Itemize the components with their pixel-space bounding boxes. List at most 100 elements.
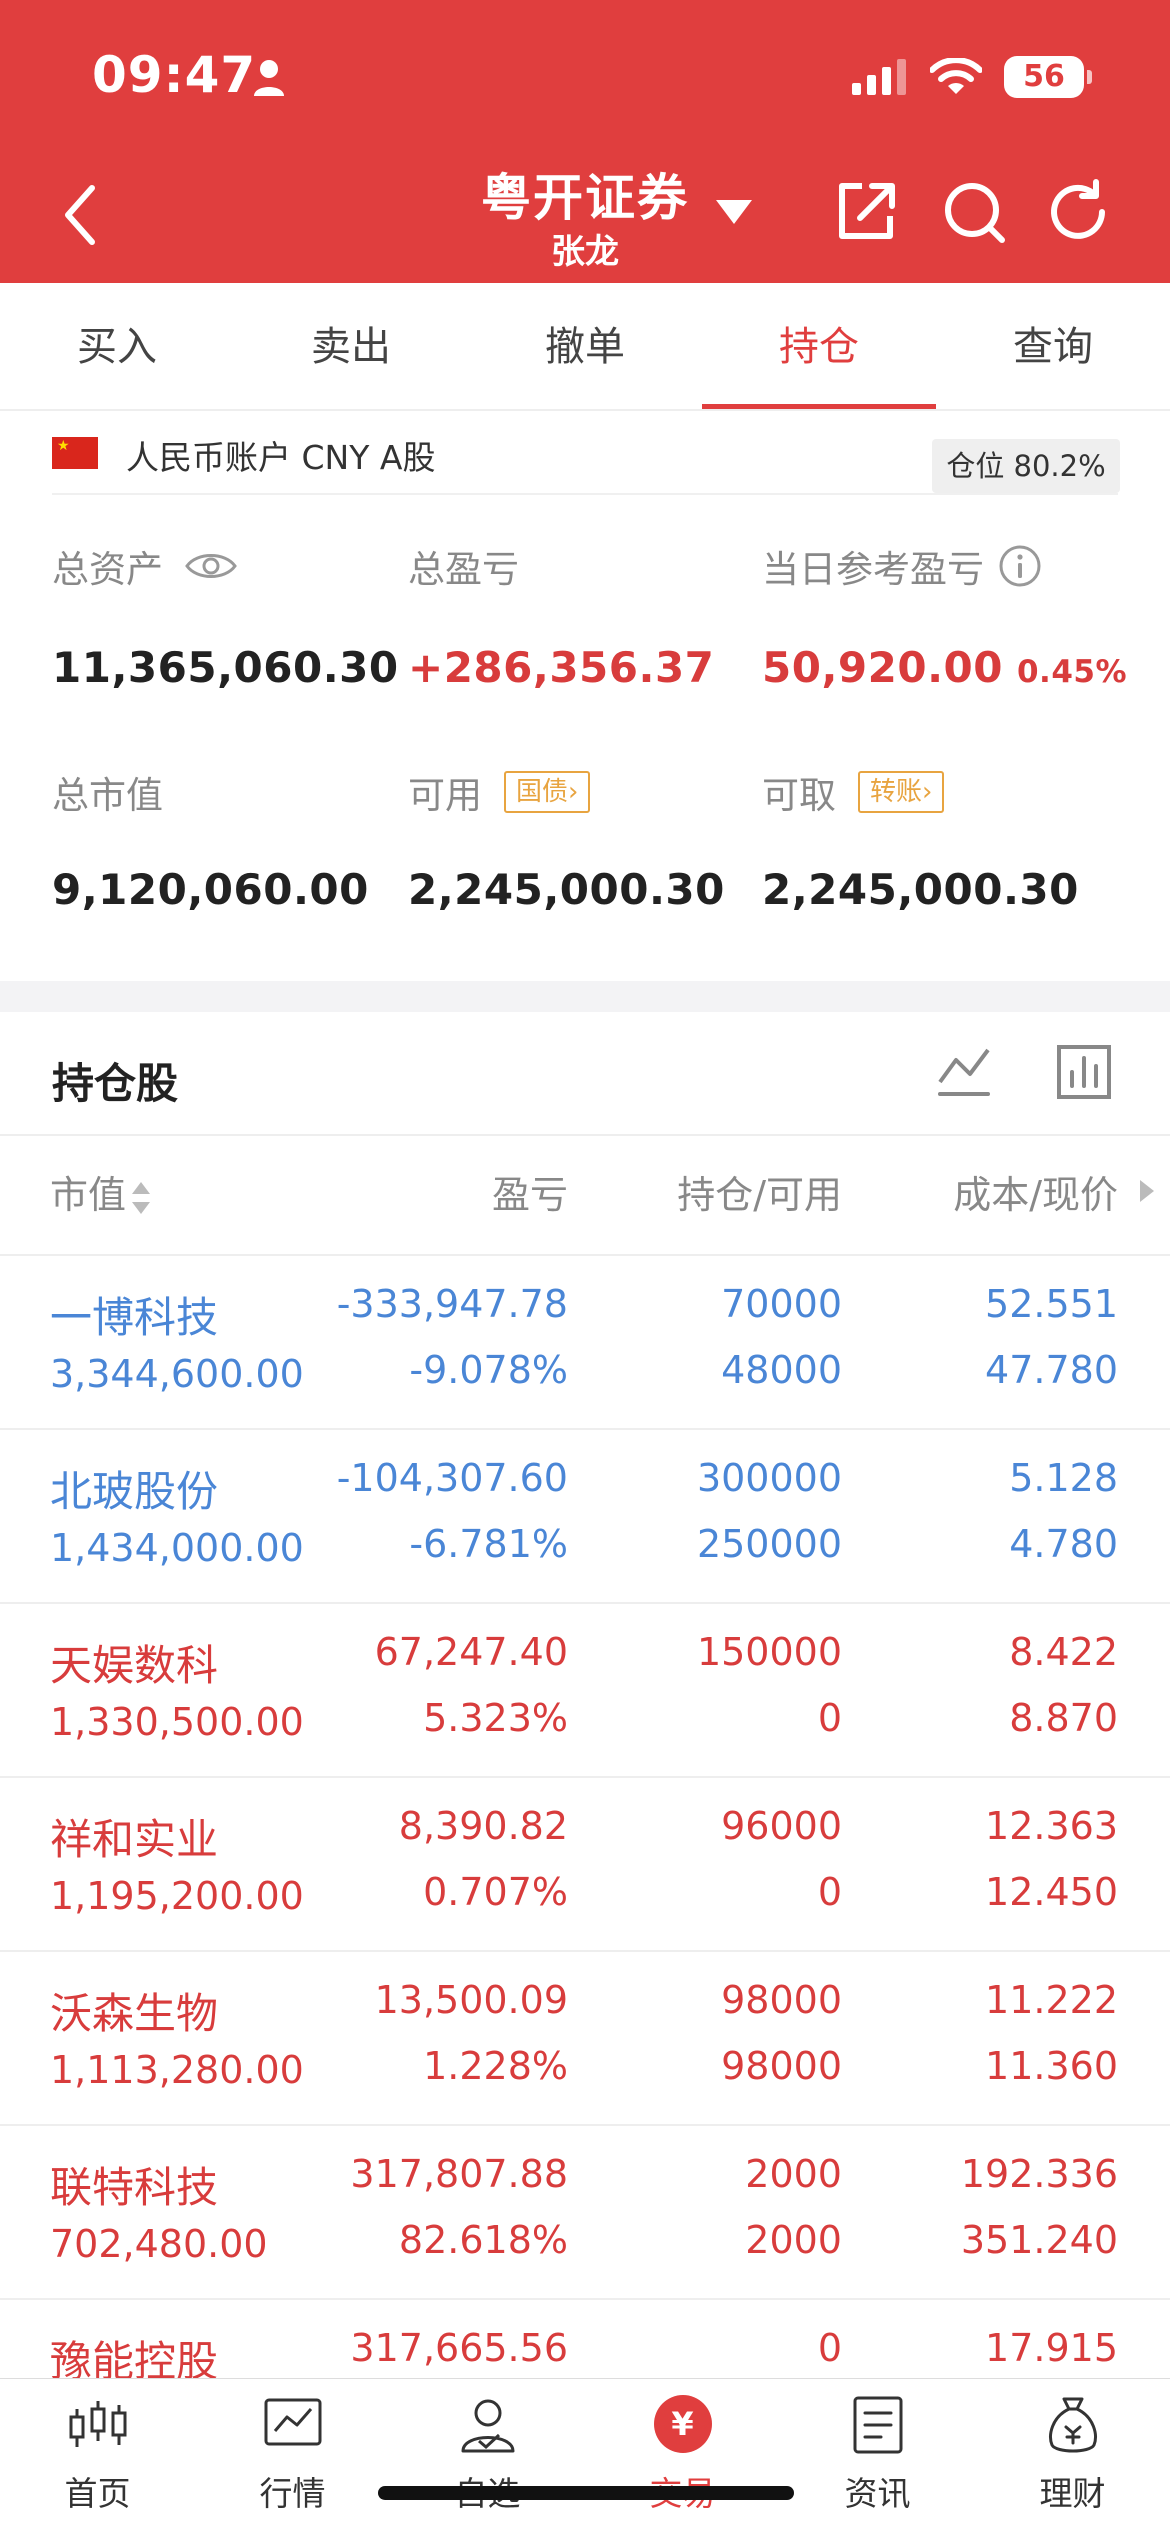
chevron-right-icon[interactable] [1136,1178,1158,1204]
nav-wealth[interactable]: 理财 [975,2379,1170,2532]
search-icon[interactable] [940,178,1008,246]
nav-home[interactable]: 首页 [0,2379,195,2532]
column-pl[interactable]: 盈亏 [492,1164,568,1219]
sort-icon[interactable] [130,1180,152,1216]
bottom-nav: 首页 行情 自选 ¥ 交易 资讯 理财 [0,2378,1170,2532]
stock-cost: 52.551 [985,1282,1118,1326]
stock-available: 250000 [696,1522,842,1566]
stock-name: 沃森生物 [50,1989,219,2038]
bar-chart-icon[interactable] [1054,1042,1114,1102]
stock-pl-percent: 1.228% [423,2044,568,2088]
column-hold-available[interactable]: 持仓/可用 [677,1164,842,1219]
document-icon [853,2396,902,2454]
stock-pl: -333,947.78 [336,1282,568,1326]
yuan-icon: ¥ [653,2395,712,2453]
stock-available: 98000 [721,2044,842,2088]
stock-hold: 2000 [745,2152,842,2196]
refresh-icon[interactable] [1046,178,1114,246]
info-icon[interactable] [998,544,1042,588]
withdrawable-label-group: 可取 转账› [762,765,945,819]
column-market-value-label: 市值 [50,1173,127,1217]
page-title[interactable]: 粤开证券 [481,158,689,230]
person-check-icon [461,2399,514,2453]
stock-hold: 70000 [721,1282,842,1326]
person-icon [254,60,284,96]
holding-row[interactable]: 沃森生物 1,113,280.00 13,500.09 1.228% 98000… [0,1952,1170,2126]
wifi-icon [930,58,982,94]
holding-row[interactable]: 祥和实业 1,195,200.00 8,390.82 0.707% 96000 … [0,1778,1170,1952]
holding-row[interactable]: 联特科技 702,480.00 317,807.88 82.618% 2000 … [0,2126,1170,2300]
stock-pl: 317,807.88 [350,2152,568,2196]
stock-hold: 98000 [721,1978,842,2022]
column-market-value[interactable]: 市值 [50,1164,152,1219]
money-bag-icon [1048,2397,1097,2453]
caret-down-icon[interactable] [716,200,752,224]
eye-icon[interactable] [185,550,237,582]
stock-hold: 0 [817,2326,842,2370]
nav-news[interactable]: 资讯 [780,2379,975,2532]
holding-row[interactable]: 北玻股份 1,434,000.00 -104,307.60 -6.781% 30… [0,1430,1170,1604]
stock-market-value: 3,344,600.00 [50,1352,304,1396]
holding-row[interactable]: 天娱数科 1,330,500.00 67,247.40 5.323% 15000… [0,1604,1170,1778]
column-cost-price[interactable]: 成本/现价 [953,1164,1118,1219]
stock-market-value: 1,330,500.00 [50,1700,304,1744]
stock-name: 联特科技 [50,2163,219,2212]
total-assets-value: 11,365,060.30 [52,643,399,692]
stock-pl-percent: -6.781% [409,1522,568,1566]
tab-query[interactable]: 查询 [936,283,1170,409]
signal-icon [852,59,906,95]
line-chart-icon[interactable] [934,1042,994,1102]
home-indicator [378,2486,794,2500]
treasury-bond-button[interactable]: 国债› [504,771,591,813]
share-icon[interactable] [832,178,900,246]
stock-available: 0 [817,1870,842,1914]
stock-pl: 8,390.82 [398,1804,568,1848]
stock-price: 351.240 [960,2218,1118,2262]
position-ratio-badge: 仓位 80.2% [932,439,1120,493]
stock-pl: -104,307.60 [336,1456,568,1500]
stock-pl-percent: 82.618% [398,2218,568,2262]
transfer-button[interactable]: 转账› [858,771,945,813]
day-pl-label-group: 当日参考盈亏 [762,539,1042,593]
total-assets-label: 总资产 [52,548,163,591]
stock-market-value: 1,113,280.00 [50,2048,304,2092]
stock-cost: 8.422 [1009,1630,1118,1674]
stock-price: 8.870 [1009,1696,1118,1740]
day-pl-group: 50,920.00 0.45% [762,643,1127,692]
day-pl-value: 50,920.00 [762,643,1003,692]
chart-icon [264,2398,321,2446]
withdrawable-label: 可取 [762,774,836,817]
battery-tip [1087,70,1092,84]
stock-name: 天娱数科 [50,1641,219,1690]
nav-trade[interactable]: ¥ 交易 [585,2379,780,2532]
available-value: 2,245,000.30 [408,865,725,914]
stock-cost: 17.915 [985,2326,1118,2370]
divider [0,1134,1170,1136]
stock-available: 0 [817,1696,842,1740]
transfer-label: 转账 [870,777,923,807]
tab-cancel-order[interactable]: 撤单 [468,283,702,409]
available-label: 可用 [408,774,482,817]
available-label-group: 可用 国债› [408,765,591,819]
battery-indicator: 56 [1004,56,1092,98]
day-pl-percent: 0.45% [1016,654,1128,690]
china-flag-icon [52,437,98,469]
candlestick-icon [69,2401,126,2447]
stock-name: 北玻股份 [50,1467,219,1516]
account-label[interactable]: 人民币账户 CNY A股 [126,431,435,479]
stock-available: 2000 [745,2218,842,2262]
tab-sell[interactable]: 卖出 [234,283,468,409]
holdings-section: 持仓股 市值 盈亏 持仓/可用 成本/现价 一博科技 3,344,600.00 … [0,1012,1170,2392]
account-summary: 人民币账户 CNY A股 仓位 80.2% 总资产 总盈亏 当日参考盈亏 11,… [0,411,1170,981]
holding-row[interactable]: 一博科技 3,344,600.00 -333,947.78 -9.078% 70… [0,1256,1170,1430]
nav-watchlist[interactable]: 自选 [390,2379,585,2532]
stock-price: 4.780 [1009,1522,1118,1566]
trade-tabs: 买入 卖出 撤单 持仓 查询 [0,283,1170,411]
stock-cost: 12.363 [985,1804,1118,1848]
tab-positions[interactable]: 持仓 [702,283,936,409]
stock-cost: 5.128 [1009,1456,1118,1500]
nav-market[interactable]: 行情 [195,2379,390,2532]
treasury-bond-label: 国债 [516,777,569,807]
tab-buy[interactable]: 买入 [0,283,234,409]
nav-home-label: 首页 [64,2474,131,2513]
